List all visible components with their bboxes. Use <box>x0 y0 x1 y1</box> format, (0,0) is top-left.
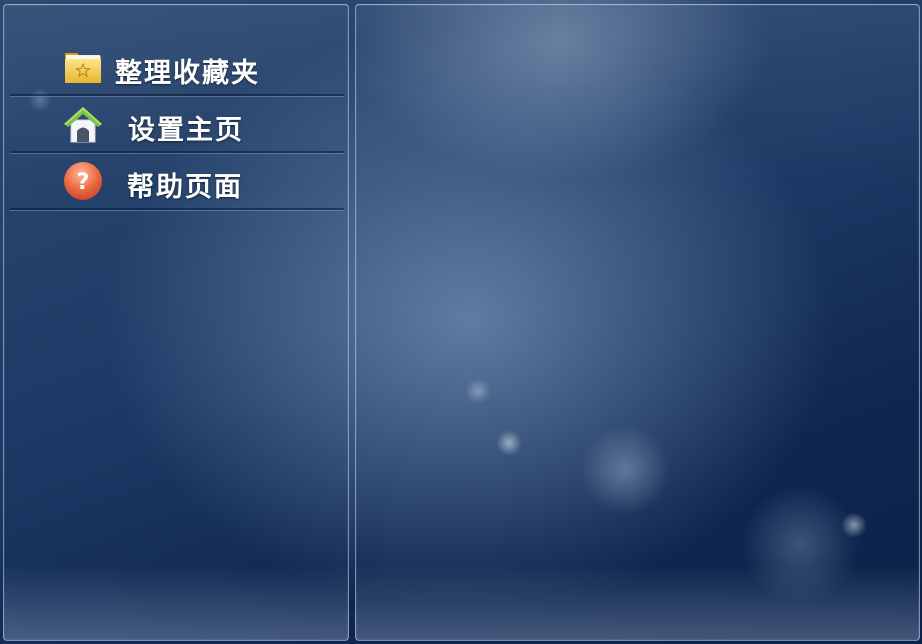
content-panel <box>355 4 920 641</box>
menu-item-label: 帮助页面 <box>127 172 243 203</box>
screen: 整理收藏夹 设置主页 ? 帮助页面 <box>0 0 922 644</box>
menu-item-label: 设置主页 <box>128 115 244 146</box>
menu-item-help-page[interactable]: ? 帮助页面 <box>10 153 344 210</box>
svg-text:?: ? <box>77 170 90 195</box>
folder-star-icon <box>63 47 103 87</box>
home-icon <box>63 104 103 144</box>
menu-panel: 整理收藏夹 设置主页 ? 帮助页面 <box>3 4 349 641</box>
menu-item-label: 整理收藏夹 <box>115 58 260 89</box>
menu-item-set-homepage[interactable]: 设置主页 <box>10 96 344 153</box>
help-icon: ? <box>63 161 103 201</box>
menu-list: 整理收藏夹 设置主页 ? 帮助页面 <box>10 39 344 210</box>
menu-item-organize-favorites[interactable]: 整理收藏夹 <box>10 39 344 96</box>
